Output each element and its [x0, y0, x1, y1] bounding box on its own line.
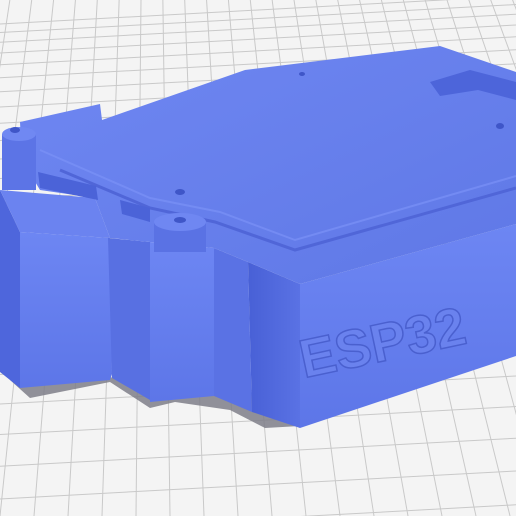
screw-post-left: [2, 127, 36, 190]
screw-hole: [175, 189, 185, 195]
screw-hole: [496, 123, 504, 129]
main-block-corner: [214, 248, 252, 412]
left-base-front: [20, 232, 112, 388]
center-block-side: [108, 238, 150, 400]
center-block-front: [150, 242, 214, 402]
3d-viewport[interactable]: ESP32: [0, 0, 516, 516]
main-block-left-face: [248, 262, 300, 428]
screw-hole: [299, 72, 305, 76]
screw-post-center: [154, 213, 206, 252]
scene: ESP32: [0, 0, 516, 516]
